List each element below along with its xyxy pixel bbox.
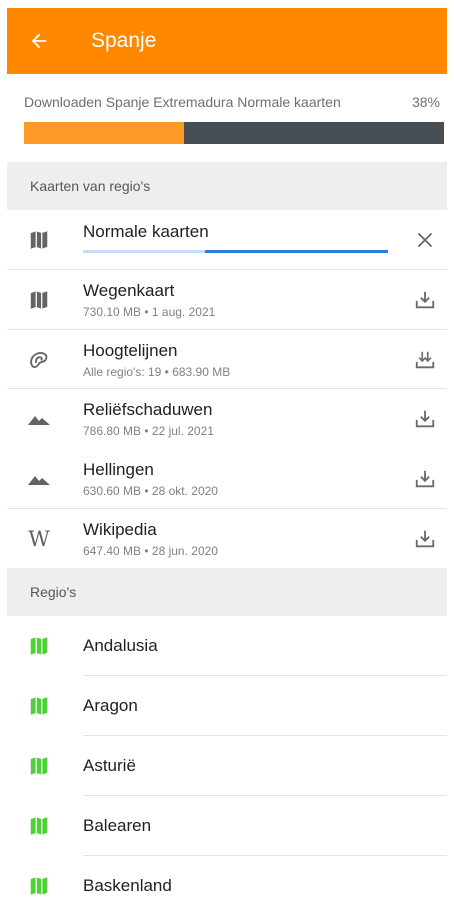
region-row-andalusia[interactable]: Andalusia xyxy=(7,616,447,676)
map-icon xyxy=(27,288,51,312)
map-download-progress xyxy=(83,250,388,253)
map-row-title: Hoogtelijnen xyxy=(83,341,178,360)
download-progress-bar xyxy=(24,122,444,144)
map-row-title: Hellingen xyxy=(83,460,154,479)
download-button[interactable] xyxy=(411,346,439,374)
map-row-title: Normale kaarten xyxy=(83,222,209,241)
map-row-contours[interactable]: Hoogtelijnen Alle regio's: 19 • 683.90 M… xyxy=(7,330,447,390)
region-row-title: Baskenland xyxy=(83,876,172,895)
close-icon xyxy=(418,233,432,247)
map-row-subtitle: 786.80 MB • 22 jul. 2021 xyxy=(83,424,214,438)
region-row-balearen[interactable]: Balearen xyxy=(7,796,447,856)
app-bar: Spanje xyxy=(7,8,447,74)
contour-icon xyxy=(27,348,51,372)
download-button[interactable] xyxy=(411,465,439,493)
region-row-title: Andalusia xyxy=(83,636,158,655)
download-percent: 38% xyxy=(411,94,440,110)
download-icon xyxy=(415,530,435,548)
section-header-maps: Kaarten van regio's xyxy=(7,162,447,210)
download-progress-fill xyxy=(24,122,184,144)
mountain-icon xyxy=(27,407,51,431)
region-map-icon xyxy=(27,874,51,898)
download-label: Downloaden Spanje Extremadura Normale ka… xyxy=(24,94,341,110)
map-row-title: Reliëfschaduwen xyxy=(83,400,213,419)
map-row-subtitle: 647.40 MB • 28 jun. 2020 xyxy=(83,544,218,558)
page-title: Spanje xyxy=(91,29,157,52)
map-icon xyxy=(27,228,51,252)
download-button[interactable] xyxy=(411,525,439,553)
region-row-asturias[interactable]: Asturië xyxy=(7,736,447,796)
download-button[interactable] xyxy=(411,405,439,433)
arrow-left-icon xyxy=(31,33,47,49)
map-row-roads[interactable]: Wegenkaart 730.10 MB • 1 aug. 2021 xyxy=(7,270,447,330)
map-download-progress-fill xyxy=(205,250,388,253)
region-map-icon xyxy=(27,754,51,778)
map-row-subtitle: 730.10 MB • 1 aug. 2021 xyxy=(83,305,216,319)
region-row-title: Aragon xyxy=(83,696,138,715)
section-header-regions: Regio's xyxy=(7,568,447,616)
region-map-icon xyxy=(27,694,51,718)
region-row-title: Balearen xyxy=(83,816,152,835)
region-row-title: Asturië xyxy=(83,756,136,775)
map-row-title: Wikipedia xyxy=(83,520,157,539)
mountain-icon xyxy=(27,467,51,491)
download-icon xyxy=(415,470,435,488)
download-multiple-icon xyxy=(415,351,435,369)
map-row-slopes[interactable]: Hellingen 630.60 MB • 28 okt. 2020 xyxy=(7,449,447,509)
map-row-wikipedia[interactable]: W Wikipedia 647.40 MB • 28 jun. 2020 xyxy=(7,509,447,569)
map-row-normal[interactable]: Normale kaarten xyxy=(7,210,447,270)
region-map-icon xyxy=(27,814,51,838)
map-row-hillshade[interactable]: Reliëfschaduwen 786.80 MB • 22 jul. 2021 xyxy=(7,389,447,449)
download-icon xyxy=(415,291,435,309)
download-icon xyxy=(415,410,435,428)
download-status: Downloaden Spanje Extremadura Normale ka… xyxy=(7,74,447,162)
map-row-title: Wegenkaart xyxy=(83,281,175,300)
cancel-download-button[interactable] xyxy=(411,226,439,254)
region-map-icon xyxy=(27,634,51,658)
map-row-subtitle: 630.60 MB • 28 okt. 2020 xyxy=(83,484,218,498)
region-row-baskenland[interactable]: Baskenland xyxy=(7,856,447,908)
wikipedia-icon: W xyxy=(28,526,50,551)
download-button[interactable] xyxy=(411,286,439,314)
map-row-subtitle: Alle regio's: 19 • 683.90 MB xyxy=(83,365,231,379)
region-row-aragon[interactable]: Aragon xyxy=(7,676,447,736)
back-button[interactable] xyxy=(7,8,71,74)
